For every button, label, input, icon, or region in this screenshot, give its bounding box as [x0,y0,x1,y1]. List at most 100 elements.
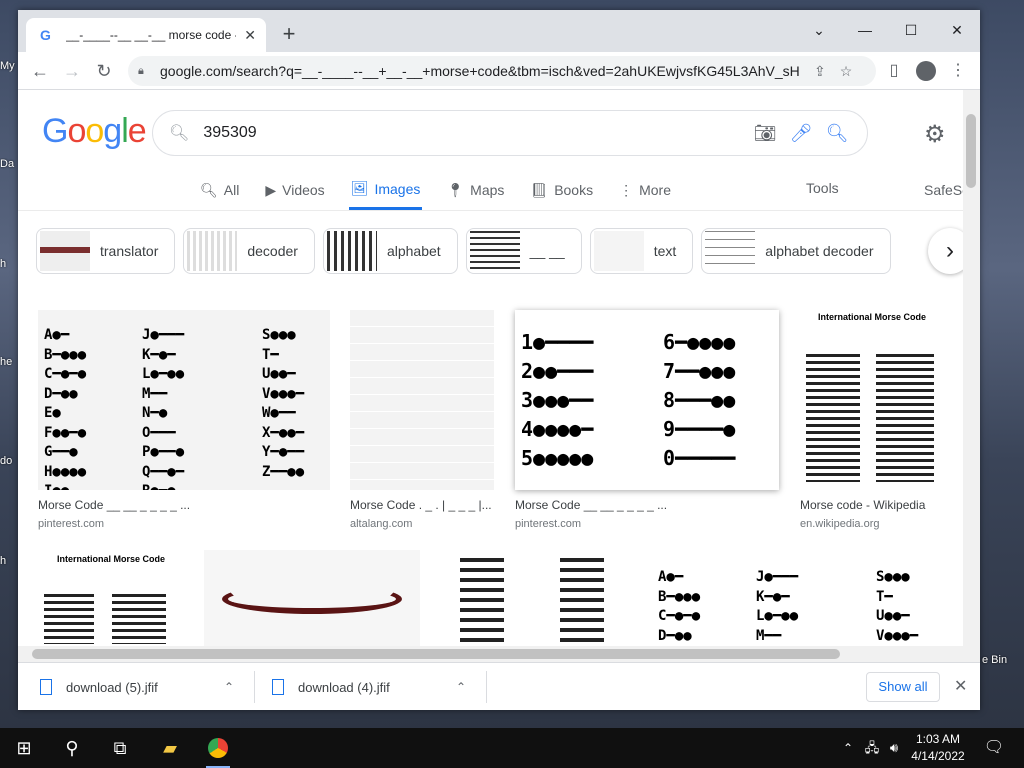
search-icon[interactable]: ⚲ [60,736,84,760]
camera-search-icon[interactable]: 📷︎ [747,123,783,144]
download-filename[interactable]: download (5).jfif [66,680,158,695]
image-result[interactable]: International Morse Code [38,550,184,646]
side-panel-icon[interactable]: ▯ [880,57,908,85]
address-bar[interactable]: 🔒︎ google.com/search?q=__-____--__+__-__… [128,56,876,86]
new-tab-button[interactable]: + [276,22,302,48]
network-icon[interactable]: 🖧︎ [860,736,884,760]
maximize-button[interactable]: ☐ [888,16,934,44]
microphone-icon[interactable]: 🎤︎ [783,123,819,144]
profile-avatar[interactable] [912,57,940,85]
result-thumbnail[interactable]: A●━B━●●●C━●━●D━●●E●F●●━●G━━●H●●●●I●● J●━… [38,310,330,490]
result-source[interactable]: pinterest.com [38,518,330,530]
horizontal-scrollbar[interactable] [18,646,963,662]
close-tab-icon[interactable]: ✕ [242,27,258,44]
reload-button[interactable]: ↻ [90,57,118,85]
morse-chart-block [876,354,934,482]
close-icon[interactable]: ✕ [954,676,967,696]
tab-all[interactable]: 🔍︎ All [198,178,241,210]
tab-books[interactable]: 📕︎ Books [528,178,595,210]
system-clock[interactable]: 1:03 AM 4/14/2022 [900,731,976,765]
share-icon[interactable]: ⇪ [814,63,826,80]
image-result[interactable] [204,550,420,646]
scrollbar-thumb[interactable] [966,114,976,188]
desktop-icon-label[interactable]: he [0,356,18,368]
chip-decoder[interactable]: decoder [183,228,315,274]
desktop-icon-label[interactable]: My [0,60,18,72]
image-result[interactable]: A●━B━●●●C━●━●D━●●E●F●●━●G━━●H●●●●I●● J●━… [38,310,330,530]
result-source[interactable]: en.wikipedia.org [800,518,944,530]
chip-thumbnail [326,231,377,271]
minimize-button[interactable]: — [842,16,888,44]
search-box[interactable]: 🔍︎ 395309 📷︎ 🎤︎ 🔍︎ [152,110,868,156]
image-result[interactable]: International Morse Code Morse code - Wi… [800,310,944,530]
wiki-heading: International Morse Code [56,554,165,564]
image-icon: 🖼︎ [350,180,369,196]
result-thumbnail[interactable]: International Morse Code [38,550,184,646]
result-thumbnail[interactable] [440,550,632,646]
task-view-icon[interactable]: ⧉ [108,736,132,760]
close-window-button[interactable]: ✕ [934,16,980,44]
download-filename[interactable]: download (4).jfif [298,680,390,695]
result-title[interactable]: Morse Code . _ . | _ _ _ |... [350,498,494,512]
chevron-right-icon[interactable]: › [928,228,963,274]
vertical-scrollbar[interactable] [963,90,980,662]
result-source[interactable]: altalang.com [350,518,494,530]
chevron-up-icon[interactable]: ⌃ [836,736,860,760]
chip-alphabet-decoder[interactable]: alphabet decoder [701,228,891,274]
bookmark-star-icon[interactable]: ☆ [840,63,853,80]
more-dots-icon: ⋮ [619,181,634,198]
scrollbar-thumb[interactable] [32,649,840,659]
chip-translator[interactable]: translator [36,228,176,274]
image-result[interactable] [440,550,632,646]
settings-gear-icon[interactable]: ⚙ [924,120,946,149]
windows-start-icon[interactable]: ⊞ [12,736,36,760]
forward-button[interactable]: → [58,57,86,85]
image-result[interactable]: 1●━━━━ 2●●━━━ 3●●●━━ 4●●●●━ 5●●●●● 6━●●●● 7━━… [515,310,779,530]
chip-alphabet[interactable]: alphabet [322,228,458,274]
result-thumbnail[interactable]: International Morse Code [800,310,944,490]
tab-images[interactable]: 🖼︎ Images [348,178,423,210]
desktop-icon-label[interactable]: h [0,258,18,270]
result-thumbnail[interactable] [204,550,420,646]
download-item[interactable]: download (5).jfif ⌃ [40,663,256,710]
chevron-up-icon[interactable]: ⌃ [456,680,466,694]
chip-text[interactable]: text [589,228,694,274]
result-title[interactable]: Morse code - Wikipedia [800,498,944,512]
google-logo[interactable]: Google [42,112,147,151]
tab-more[interactable]: ⋮ More [617,178,673,210]
image-result[interactable]: Morse Code . _ . | _ _ _ |... altalang.c… [350,310,494,530]
recycle-bin-label[interactable]: e Bin [982,654,1007,666]
back-button[interactable]: ← [26,57,54,85]
tab-maps[interactable]: 📍︎ Maps [444,178,506,210]
image-result[interactable]: A●━B━●●●C━●━●D━●●E● J●━━━K━●━L●━●●M━━N━●… [652,550,944,646]
tab-search-button[interactable]: ⌄ [796,16,842,44]
chrome-menu-icon[interactable]: ⋮ [944,57,972,85]
result-thumbnail[interactable]: 1●━━━━ 2●●━━━ 3●●●━━ 4●●●●━ 5●●●●● 6━●●●● 7━━… [515,310,779,490]
desktop-icon-label[interactable]: Da [0,158,18,170]
tab-title: __-____--__ __-__ morse code - Go [65,28,236,42]
result-thumbnail[interactable] [350,310,494,490]
show-all-button[interactable]: Show all [866,672,940,702]
url-text[interactable]: google.com/search?q=__-____--__+__-__+mo… [160,63,800,79]
tab-videos[interactable]: ▶ Videos [263,178,326,210]
result-title[interactable]: Morse Code __ __ _ _ _ _ ... [515,498,779,512]
download-item[interactable]: download (4).jfif ⌃ [272,663,488,710]
desktop-icon-label[interactable]: h [0,555,18,567]
desktop-icon-label[interactable]: do [0,455,18,467]
tools-button[interactable]: Tools [806,180,839,196]
browser-tab[interactable]: G __-____--__ __-__ morse code - Go ✕ [26,18,266,52]
chevron-up-icon[interactable]: ⌃ [224,680,234,694]
result-thumbnail[interactable]: A●━B━●●●C━●━●D━●●E● J●━━━K━●━L●━●●M━━N━●… [652,550,944,646]
lock-icon[interactable]: 🔒︎ [138,65,154,78]
search-submit-icon[interactable]: 🔍︎ [819,123,855,144]
chrome-taskbar-icon[interactable] [206,736,230,768]
result-title[interactable]: Morse Code __ __ _ _ _ _ ... [38,498,330,512]
chip-dashes[interactable]: __ __ [465,228,582,274]
notification-icon[interactable]: 🗨︎ [982,736,1006,760]
safesearch-label[interactable]: SafeSe [924,182,963,198]
file-explorer-icon[interactable]: ▰ [158,736,182,760]
chip-thumbnail [469,231,520,271]
result-source[interactable]: pinterest.com [515,518,779,530]
search-type-tabs: 🔍︎ All ▶ Videos 🖼︎ Images 📍︎ Maps 📕︎ Books ⋮ M… [198,178,695,210]
search-input[interactable]: 395309 [203,124,747,142]
